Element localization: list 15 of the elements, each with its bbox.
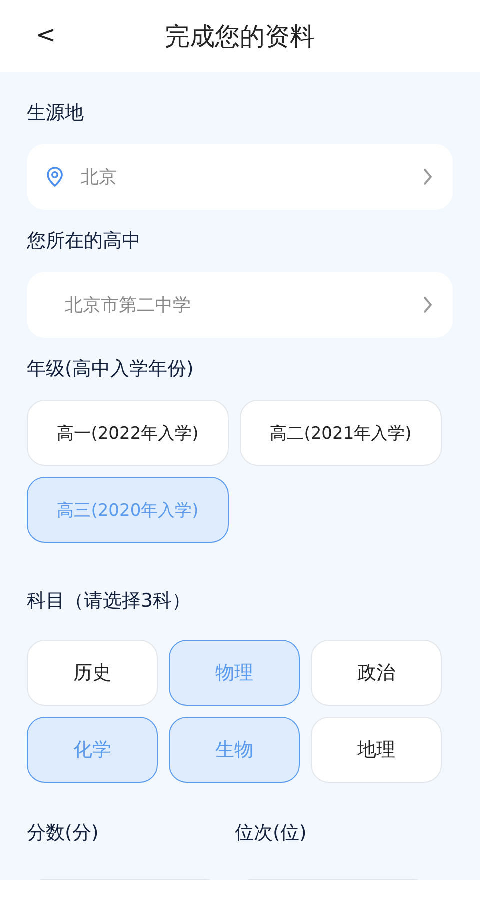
school-select[interactable]: 北京市第二中学 — [27, 272, 453, 338]
section-label: 您所在的高中 — [27, 229, 142, 254]
section-label: 年级(高中入学年份) — [27, 357, 195, 382]
subject-option[interactable]: 地理 — [311, 717, 442, 783]
section-label: 科目（请选择3科） — [27, 589, 192, 614]
score-label: 分数(分) — [27, 821, 100, 846]
grade-option[interactable]: 高二(2021年入学) — [240, 400, 442, 466]
grade-option[interactable]: 高一(2022年入学) — [27, 400, 229, 466]
subject-option[interactable]: 历史 — [27, 640, 158, 706]
subject-option[interactable]: 政治 — [311, 640, 442, 706]
section-label: 生源地 — [27, 101, 85, 126]
back-button[interactable]: < — [30, 20, 62, 50]
origin-select[interactable]: 北京 — [27, 144, 453, 210]
page-title: 完成您的资料 — [165, 20, 315, 52]
rank-label: 位次(位) — [235, 821, 308, 846]
